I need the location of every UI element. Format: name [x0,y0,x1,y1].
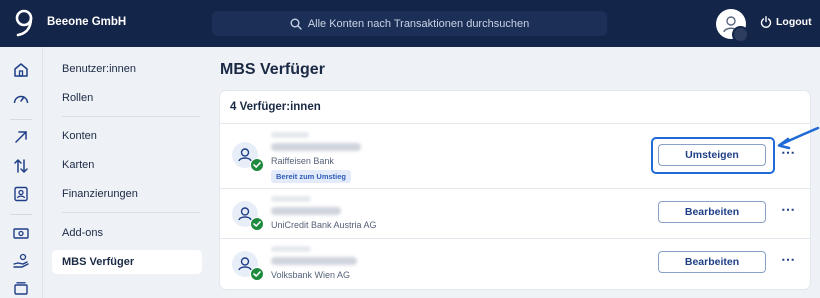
bank-name: Volksbank Wien AG [271,270,351,280]
sidebar-item-rollen[interactable]: Rollen [52,86,202,110]
sidebar-divider [62,212,200,213]
check-icon [250,217,264,231]
beeone-logo-icon[interactable] [12,8,36,38]
home-icon[interactable] [12,61,30,79]
hand-coin-icon[interactable] [12,252,30,270]
search-bar[interactable]: Alle Konten nach Transaktionen durchsuch… [212,11,607,36]
sidebar-item-benutzer[interactable]: Benutzer:innen [52,57,202,81]
dashboard-icon[interactable] [12,90,30,108]
rail-divider [10,214,32,215]
list-item: UniCredit Bank Austria AG Bearbeiten ⋯ [220,189,810,239]
check-icon [250,267,264,281]
settings-sidebar: Benutzer:innen Rollen Konten Karten Fina… [42,47,212,298]
sidebar-item-addons[interactable]: Add-ons [52,221,202,245]
redacted-id [271,246,311,252]
search-icon [290,18,302,30]
stack-icon[interactable] [12,280,30,298]
sidebar-item-konten[interactable]: Konten [52,124,202,148]
sidebar-item-karten[interactable]: Karten [52,153,202,177]
page-title: MBS Verfüger [220,61,325,78]
search-placeholder: Alle Konten nach Transaktionen durchsuch… [307,17,530,30]
logout-button[interactable]: Logout [760,16,812,28]
more-options-icon[interactable]: ⋯ [781,251,796,268]
logout-label: Logout [776,16,812,28]
bearbeiten-button[interactable]: Bearbeiten [658,251,766,273]
redacted-id [271,196,311,202]
list-item: Volksbank Wien AG Bearbeiten ⋯ [220,239,810,289]
redacted-name [271,207,341,215]
more-options-icon[interactable]: ⋯ [781,201,796,218]
redacted-name [271,143,361,151]
highlight-box [651,137,775,174]
pointer-arrow-icon [777,126,820,150]
contact-card-icon[interactable] [12,185,30,203]
transfer-arrow-icon[interactable] [12,128,30,146]
sidebar-item-mbs-verfueger[interactable]: MBS Verfüger [52,250,202,274]
bank-name: Raiffeisen Bank [271,156,334,166]
icon-rail [0,47,43,298]
verfueger-card: 4 Verfüger:innen Raiffeisen Bank Bereit … [220,91,810,289]
exchange-icon[interactable] [12,157,30,175]
bearbeiten-button[interactable]: Bearbeiten [658,201,766,223]
check-icon [250,158,264,172]
verfueger-count: 4 Verfüger:innen [230,101,321,113]
rail-divider [10,119,32,120]
company-name: Beeone GmbH [47,16,127,28]
power-icon [760,16,772,28]
settings-badge-icon[interactable] [732,26,749,43]
status-badge: Bereit zum Umstieg [271,170,352,183]
sidebar-item-finanzierungen[interactable]: Finanzierungen [52,182,202,206]
bank-name: UniCredit Bank Austria AG [271,220,377,230]
redacted-name [271,257,357,265]
banknote-icon[interactable] [12,224,30,242]
sidebar-divider [62,116,200,117]
redacted-id [271,132,309,138]
